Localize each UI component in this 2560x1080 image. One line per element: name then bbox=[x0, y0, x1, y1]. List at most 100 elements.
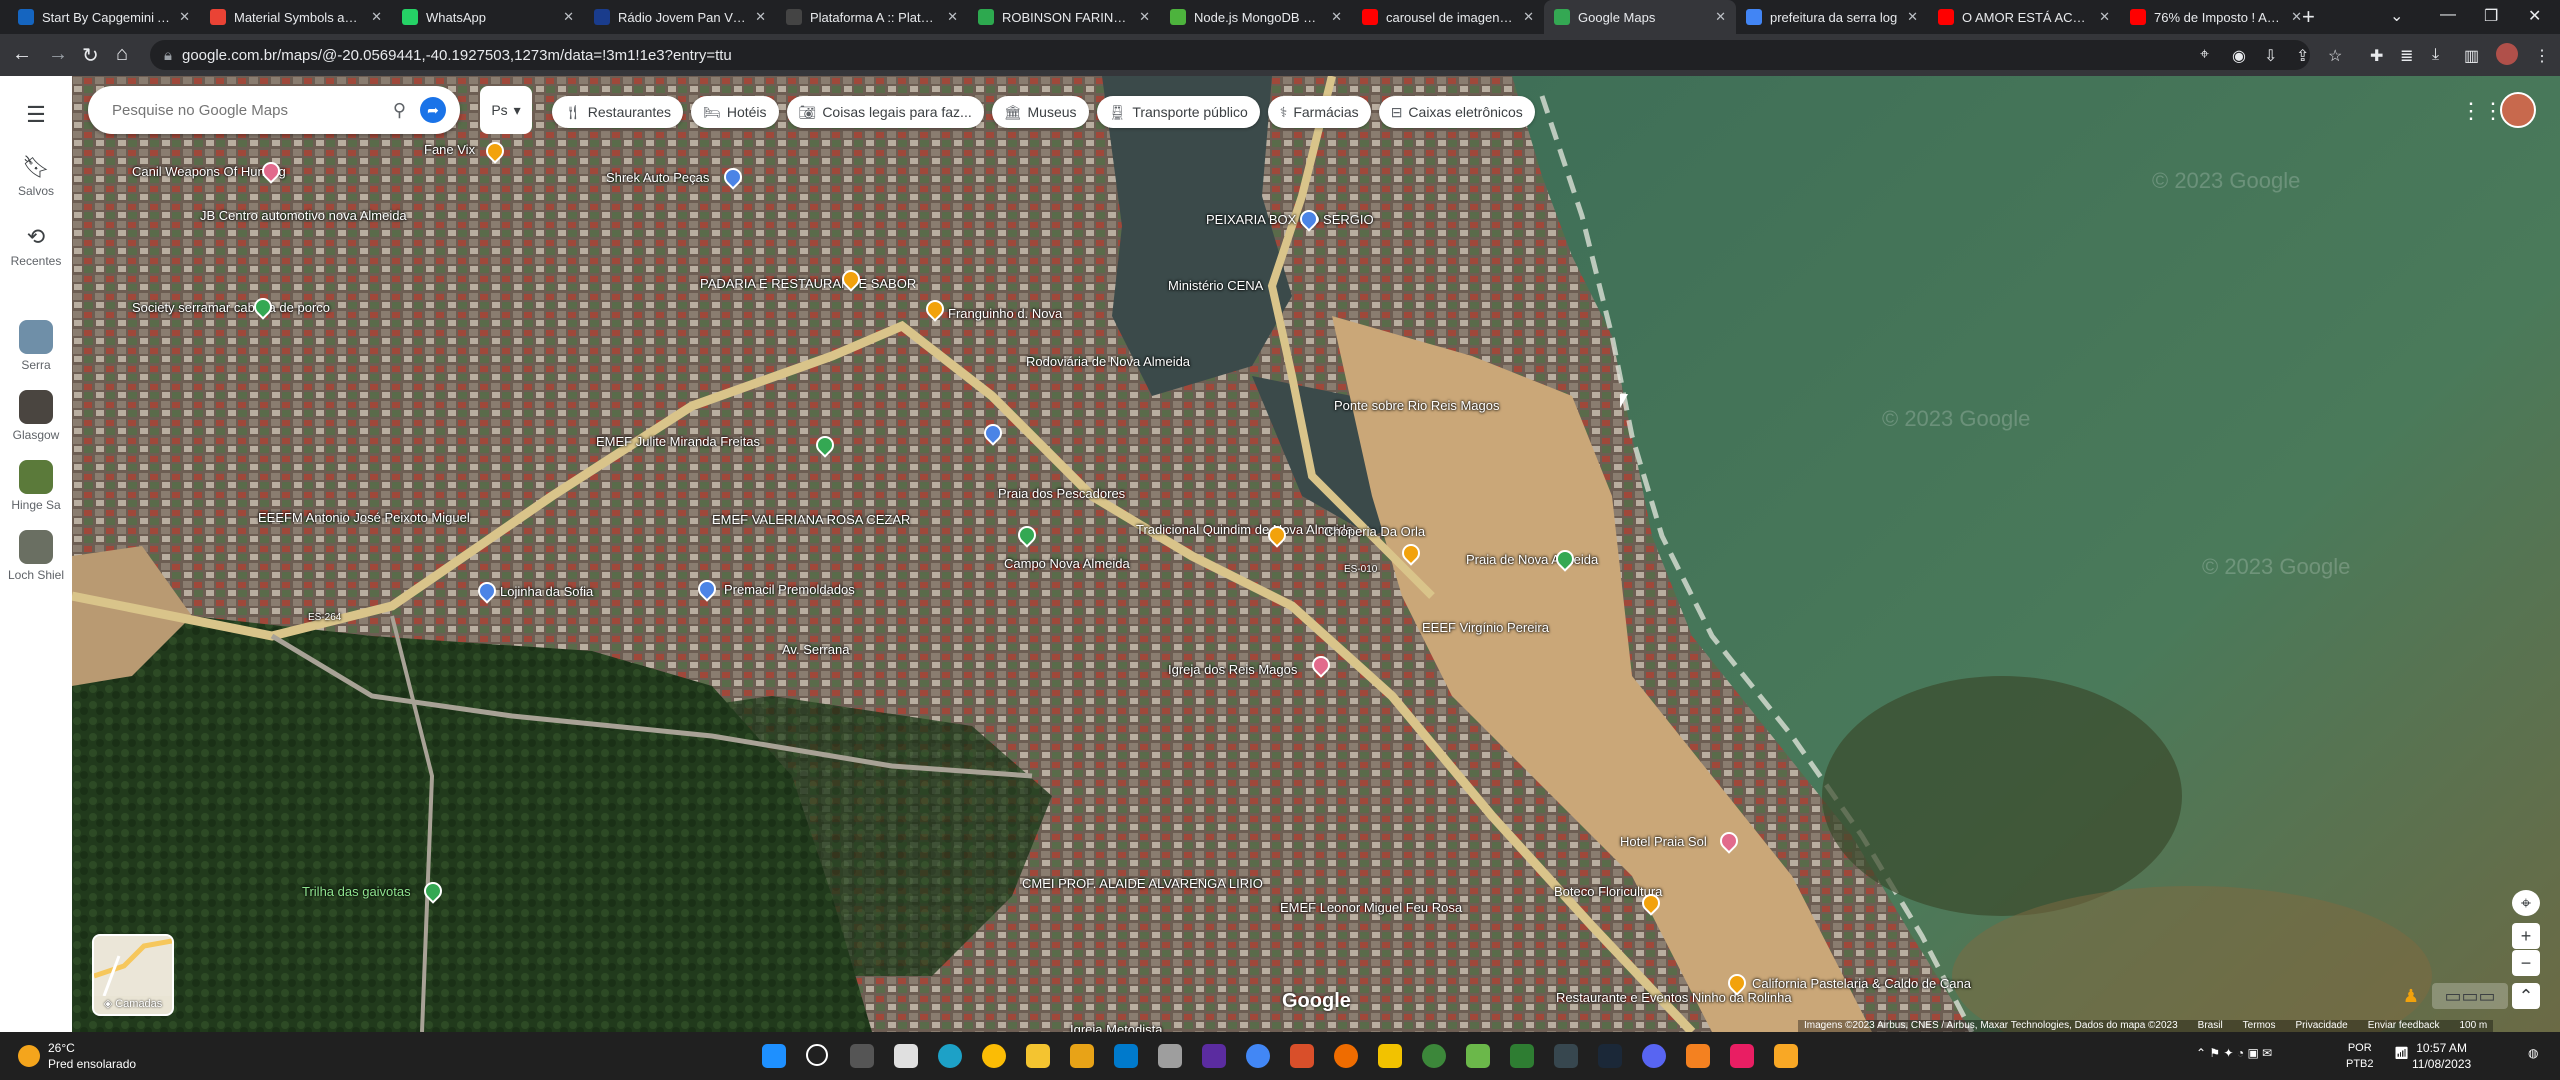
language-indicator[interactable]: POR PTB2 bbox=[2346, 1040, 2374, 1072]
map-label[interactable]: Restaurante e Eventos Ninho da Rolinha bbox=[1556, 990, 1792, 1005]
account-avatar[interactable] bbox=[2500, 92, 2536, 128]
close-tab-icon[interactable]: ✕ bbox=[947, 9, 958, 25]
map-label[interactable]: EMEF Julite Miranda Freitas bbox=[596, 434, 760, 449]
downloads-icon[interactable]: ⤓ bbox=[2432, 46, 2439, 64]
feedback-link[interactable]: Enviar feedback bbox=[2368, 1020, 2440, 1032]
share-icon[interactable]: ⇪ bbox=[2296, 46, 2309, 66]
vscode-icon[interactable] bbox=[1114, 1044, 1138, 1068]
map-label[interactable]: Lojinha da Sofia bbox=[500, 584, 593, 599]
map-label[interactable]: Franguinho d. Nova bbox=[948, 306, 1062, 321]
reading-list-icon[interactable]: ≣ bbox=[2400, 46, 2413, 66]
location-icon[interactable]: ⌖ bbox=[2200, 46, 2209, 64]
map-label[interactable]: Campo Nova Almeida bbox=[1004, 556, 1130, 571]
start-icon[interactable] bbox=[762, 1044, 786, 1068]
close-tab-icon[interactable]: ✕ bbox=[1523, 9, 1534, 25]
stack-icon[interactable] bbox=[1070, 1044, 1094, 1068]
bookmark-star-icon[interactable]: ☆ bbox=[2328, 46, 2342, 66]
tab-search-icon[interactable]: ⌄ bbox=[2390, 6, 2403, 26]
browser-tab[interactable]: prefeitura da serra log ✕ bbox=[1736, 0, 1928, 34]
edge-icon[interactable] bbox=[938, 1044, 962, 1068]
map-label[interactable]: JB Centro automotivo nova Almeida bbox=[200, 208, 407, 223]
rail-item-hinge[interactable]: Hinge Sa bbox=[0, 460, 72, 512]
address-bar[interactable]: 🔒︎ google.com.br/maps/@-20.0569441,-40.1… bbox=[150, 40, 2310, 70]
map-label[interactable]: PEIXARIA BOX DO SERGIO bbox=[1206, 212, 1374, 227]
close-tab-icon[interactable]: ✕ bbox=[1139, 9, 1150, 25]
close-tab-icon[interactable]: ✕ bbox=[1907, 9, 1918, 25]
map-label[interactable]: PADARIA E RESTAURANTE SABOR bbox=[700, 276, 916, 291]
layers-button[interactable]: ◈ Camadas bbox=[92, 934, 174, 1016]
node-icon[interactable] bbox=[1422, 1044, 1446, 1068]
install-app-icon[interactable]: ⇩ bbox=[2264, 46, 2277, 66]
close-tab-icon[interactable]: ✕ bbox=[1331, 9, 1342, 25]
privacy-link[interactable]: Privacidade bbox=[2295, 1020, 2347, 1032]
back-icon[interactable]: ← bbox=[12, 43, 32, 66]
new-tab-button[interactable]: + bbox=[2302, 4, 2315, 30]
map-label[interactable]: EMEF VALERIANA ROSA CEZAR bbox=[712, 512, 910, 527]
profile-avatar[interactable] bbox=[2496, 43, 2518, 65]
reload-icon[interactable]: ↻ bbox=[82, 43, 99, 68]
app-icon[interactable] bbox=[1510, 1044, 1534, 1068]
menu-button[interactable]: ☰ bbox=[0, 102, 72, 132]
zoom-out-button[interactable]: − bbox=[2512, 950, 2540, 976]
browser-tab[interactable]: carousel de imagens htr ✕ bbox=[1352, 0, 1544, 34]
map-label[interactable]: Tradicional Quindim de Nova Almeida bbox=[1136, 522, 1353, 537]
rail-item-serra[interactable]: Serra bbox=[0, 320, 72, 372]
rail-item-recentes[interactable]: ⟲ Recentes bbox=[0, 224, 72, 268]
clock[interactable]: 10:57 AM 11/08/2023 bbox=[2412, 1040, 2471, 1072]
map-label[interactable]: EEEFM Antonio José Peixoto Miguel bbox=[258, 510, 470, 525]
map-label[interactable]: Praia dos Pescadores bbox=[998, 486, 1125, 501]
browser-tab[interactable]: Material Symbols and Ic ✕ bbox=[200, 0, 392, 34]
map-label[interactable]: EMEF Leonor Miguel Feu Rosa bbox=[1280, 900, 1462, 915]
minimize-button[interactable]: — bbox=[2440, 6, 2456, 24]
chip-caixas[interactable]: ⊟ Caixas eletrônicos bbox=[1378, 96, 1535, 128]
map-label[interactable]: Hotel Praia Sol bbox=[1620, 834, 1707, 849]
app-icon[interactable] bbox=[1554, 1044, 1578, 1068]
notification-icon[interactable]: ◍ bbox=[2528, 1046, 2538, 1060]
rail-item-glasgow[interactable]: Glasgow bbox=[0, 390, 72, 442]
browser-tab[interactable]: Google Maps ✕ bbox=[1544, 0, 1736, 34]
browser-tab[interactable]: O AMOR ESTÁ ACABAN ✕ bbox=[1928, 0, 2120, 34]
app-icon[interactable] bbox=[1466, 1044, 1490, 1068]
map-label[interactable]: California Pastelaria & Caldo de Cana bbox=[1752, 976, 1971, 991]
close-window-button[interactable]: ✕ bbox=[2528, 6, 2541, 26]
zoom-in-button[interactable]: + bbox=[2512, 923, 2540, 949]
browser-tab[interactable]: Start By Capgemini Ac ✕ bbox=[8, 0, 200, 34]
map-label[interactable]: Premacil Premoldados bbox=[724, 582, 855, 597]
browser-tab[interactable]: 76% de Imposto ! Advi ✕ bbox=[2120, 0, 2312, 34]
browser-tab[interactable]: Plataforma A :: Platafor ✕ bbox=[776, 0, 968, 34]
close-tab-icon[interactable]: ✕ bbox=[1715, 9, 1726, 25]
map-label[interactable]: Shrek Auto Peças bbox=[606, 170, 709, 185]
rail-item-loch-shiel[interactable]: Loch Shiel bbox=[0, 530, 72, 582]
side-panel-icon[interactable]: ▥ bbox=[2464, 46, 2479, 66]
map-label[interactable]: Igreja dos Reis Magos bbox=[1168, 662, 1297, 677]
file-explorer-icon[interactable] bbox=[1026, 1044, 1050, 1068]
map-label[interactable]: Trilha das gaivotas bbox=[302, 884, 411, 899]
task-view-icon[interactable] bbox=[850, 1044, 874, 1068]
map-label[interactable]: Choperia Da Orla bbox=[1324, 524, 1425, 539]
app-icon[interactable] bbox=[1246, 1044, 1270, 1068]
search-taskbar-icon[interactable] bbox=[806, 1044, 828, 1066]
close-tab-icon[interactable]: ✕ bbox=[563, 9, 574, 25]
weather-widget[interactable]: 26°C Pred ensolarado bbox=[18, 1040, 136, 1072]
directions-icon[interactable]: ➦ bbox=[420, 97, 446, 123]
visual-studio-icon[interactable] bbox=[1202, 1044, 1226, 1068]
ps-card[interactable]: Ps ▾ bbox=[480, 86, 532, 134]
browser-tab[interactable]: Node.js MongoDB Crea ✕ bbox=[1160, 0, 1352, 34]
app-icon[interactable] bbox=[1774, 1044, 1798, 1068]
scale-bar[interactable]: 100 m bbox=[2459, 1020, 2487, 1032]
close-tab-icon[interactable]: ✕ bbox=[371, 9, 382, 25]
chip-transporte[interactable]: 🚆︎ Transporte público bbox=[1096, 96, 1260, 128]
map-label[interactable]: Rodoviária de Nova Almeida bbox=[1026, 354, 1190, 369]
close-tab-icon[interactable]: ✕ bbox=[2291, 9, 2302, 25]
map-label[interactable]: EEEF Virgínio Pereira bbox=[1422, 620, 1549, 635]
app-icon[interactable] bbox=[1158, 1044, 1182, 1068]
search-input[interactable] bbox=[110, 100, 383, 120]
chip-coisas-legais[interactable]: 📷︎ Coisas legais para faz... bbox=[786, 96, 984, 128]
close-tab-icon[interactable]: ✕ bbox=[179, 9, 190, 25]
home-icon[interactable]: ⌂ bbox=[116, 43, 128, 66]
map-label[interactable]: Ministério CENA bbox=[1168, 278, 1263, 293]
my-location-button[interactable]: ⌖ bbox=[2512, 890, 2540, 916]
app-icon[interactable] bbox=[1686, 1044, 1710, 1068]
satellite-map[interactable]: © 2023 Google © 2023 Google © 2023 Googl… bbox=[72, 76, 2560, 1032]
browser-tab[interactable]: ROBINSON FARINAZZO ✕ bbox=[968, 0, 1160, 34]
